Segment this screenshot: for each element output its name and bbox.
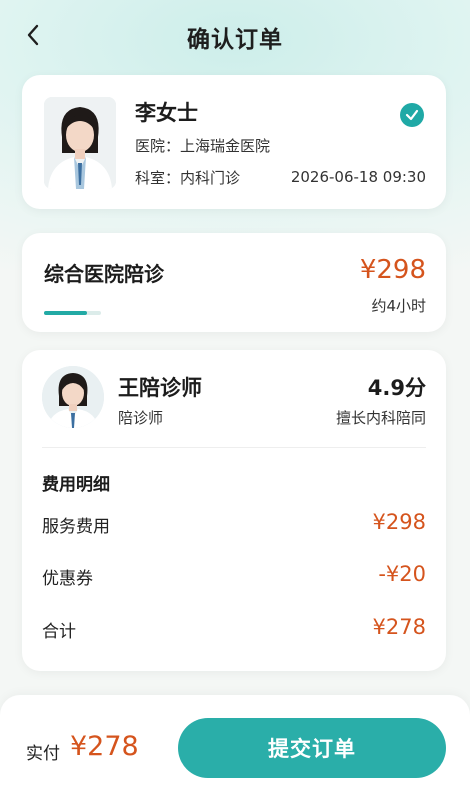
nav-bar: 确认订单 [0, 0, 470, 70]
doctor-name: 李女士 [135, 101, 198, 125]
page-title: 确认订单 [187, 27, 283, 53]
service-progress-fill [44, 311, 87, 315]
fee-value: -¥20 [378, 562, 426, 586]
escort-specialty: 擅长内科陪同 [335, 409, 426, 427]
bottom-bar: 实付 ¥278 提交订单 [0, 695, 470, 803]
service-duration: 约4小时 [371, 297, 426, 315]
divider [42, 447, 426, 448]
doctor-department: 科室：内科门诊 [135, 169, 241, 187]
service-card[interactable]: 综合医院陪诊 ¥298 约4小时 [22, 233, 446, 332]
escort-rating: 4.9分 [367, 376, 426, 400]
fee-value: ¥278 [372, 615, 426, 639]
fee-label: 优惠券 [42, 569, 93, 589]
fee-label: 合计 [42, 622, 76, 642]
service-progress-bar [44, 311, 101, 315]
appointment-datetime: 2026-06-18 09:30 [290, 168, 426, 186]
doctor-card[interactable]: 李女士 医院：上海瑞金医院 科室：内科门诊 2026-06-18 09:30 [22, 75, 446, 209]
doctor-photo [44, 97, 116, 189]
fee-detail-title: 费用明细 [42, 475, 110, 495]
pay-amount: ¥278 [70, 731, 139, 762]
doctor-hospital: 医院：上海瑞金医院 [135, 137, 271, 155]
service-price: ¥298 [359, 255, 426, 285]
escort-role: 陪诊师 [118, 409, 164, 427]
fee-value: ¥298 [372, 510, 426, 534]
fee-row-coupon[interactable]: 优惠券 -¥20 [42, 562, 426, 592]
escort-name: 王陪诊师 [118, 376, 202, 400]
escort-avatar[interactable] [42, 366, 104, 428]
pay-label: 实付 [26, 744, 60, 764]
selected-check-icon[interactable] [400, 103, 424, 127]
submit-order-button[interactable]: 提交订单 [178, 718, 446, 778]
fee-row-service: 服务费用 ¥298 [42, 510, 426, 540]
fee-label: 服务费用 [42, 517, 110, 537]
escort-fee-card: 王陪诊师 陪诊师 4.9分 擅长内科陪同 费用明细 服务费用 ¥298 优惠券 … [22, 350, 446, 671]
service-name: 综合医院陪诊 [44, 262, 164, 286]
fee-row-total: 合计 ¥278 [42, 615, 426, 645]
